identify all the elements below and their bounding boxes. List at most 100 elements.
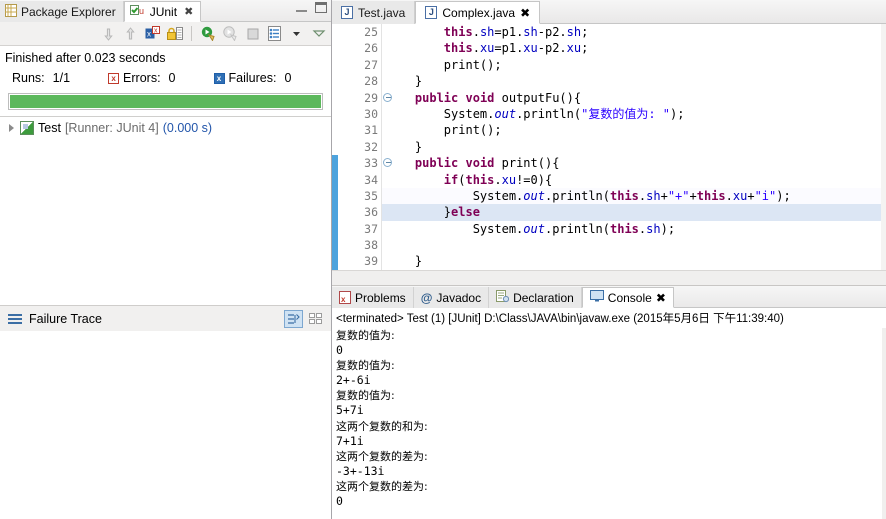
scrollbar-track[interactable] — [374, 271, 886, 285]
failure-trace-title: Failure Trace — [29, 311, 102, 326]
line-number: 38 — [364, 238, 378, 253]
tab-problems[interactable]: Problems — [332, 287, 414, 308]
test-runner: [Runner: JUnit 4] — [64, 121, 159, 135]
code-token: !=0){ — [516, 172, 553, 187]
errors-counter: x Errors: 0 — [108, 71, 176, 85]
close-icon[interactable]: ✖ — [184, 5, 193, 18]
code-token: sh — [566, 25, 582, 39]
eclipse-workbench: Package Explorer u JUnit ✖ x x Finished … — [0, 0, 886, 519]
console-output-line: 复数的值为: — [336, 359, 395, 373]
declaration-icon — [496, 289, 510, 306]
line-number: 32 — [364, 139, 378, 154]
test-results-tree[interactable]: Test [Runner: JUnit 4] (0.000 s) — [0, 117, 331, 305]
compare-result-icon[interactable] — [306, 310, 325, 328]
tab-package-explorer[interactable]: Package Explorer — [0, 1, 124, 22]
tab-declaration[interactable]: Declaration — [489, 287, 582, 308]
code-line[interactable]: this.xu=p1.xu-p2.xu; — [382, 40, 881, 56]
javadoc-icon: @ — [420, 290, 433, 305]
editor-horizontal-scrollbar[interactable] — [332, 270, 886, 285]
code-content[interactable]: this.sh=p1.sh-p2.sh; this.xu=p1.xu-p2.xu… — [382, 24, 881, 270]
tab-label: Javadoc — [436, 290, 482, 305]
show-failures-only-icon[interactable]: x x — [144, 25, 161, 42]
code-editor[interactable]: 25 26 27 28 29 30 31 32 33 34 35 36 37 38 39 this.sh=p… — [332, 24, 886, 270]
console-icon — [589, 290, 604, 305]
view-menu-icon[interactable] — [310, 25, 327, 42]
line-number: 27 — [364, 57, 378, 72]
code-token: } — [386, 254, 423, 269]
minimize-icon[interactable] — [296, 3, 307, 12]
show-stack-trace-filter-icon[interactable] — [284, 309, 303, 328]
code-token: void — [465, 90, 495, 105]
tab-complex-java[interactable]: J Complex.java ✖ — [415, 1, 541, 24]
code-line[interactable]: System.out.println(this.sh+"+"+this.xu+"… — [382, 187, 881, 205]
code-token: -p2. — [537, 41, 567, 56]
test-run-history-icon[interactable] — [266, 25, 283, 42]
code-line[interactable]: public void print(){ — [382, 155, 881, 171]
runs-counter: Runs: 1/1 — [12, 71, 70, 85]
next-failure-icon[interactable] — [100, 25, 117, 42]
code-token: System. — [386, 188, 524, 203]
junit-view: Package Explorer u JUnit ✖ x x Finished … — [0, 0, 332, 519]
code-token: print(); — [386, 57, 502, 72]
code-line[interactable]: print(); — [382, 57, 881, 73]
code-token: ; — [581, 41, 589, 56]
tab-junit[interactable]: u JUnit ✖ — [123, 1, 202, 22]
code-token: print(); — [386, 123, 502, 138]
list-item[interactable]: Test [Runner: JUnit 4] (0.000 s) — [0, 117, 331, 135]
code-line[interactable]: this.sh=p1.sh-p2.sh; — [382, 24, 881, 40]
tab-label: Package Explorer — [21, 4, 116, 19]
close-icon[interactable]: ✖ — [656, 291, 666, 305]
code-line[interactable]: } — [382, 139, 881, 155]
console-output[interactable]: 复数的值为: 0 复数的值为: 2+-6i 复数的值为: 5+7i 这两个复数的和为: 7+1… — [332, 328, 886, 519]
code-line[interactable]: if(this.xu!=0){ — [382, 172, 881, 188]
line-number: 30 — [364, 106, 378, 121]
code-token: ; — [581, 25, 589, 39]
tab-test-java[interactable]: J Test.java — [332, 1, 416, 24]
rerun-test-icon[interactable] — [200, 25, 217, 42]
tab-javadoc[interactable]: @ Javadoc — [413, 287, 490, 308]
errors-label: Errors: — [123, 71, 161, 85]
code-token: + — [660, 188, 668, 203]
code-line[interactable]: public void outputFu(){ — [382, 90, 881, 106]
svg-text:x: x — [147, 30, 151, 39]
svg-text:x: x — [154, 28, 158, 35]
view-menu-dropdown-icon[interactable] — [288, 25, 305, 42]
lock-scroll-icon[interactable] — [166, 25, 183, 42]
code-line[interactable]: } — [382, 253, 881, 269]
code-token: this — [443, 25, 473, 39]
code-line[interactable]: }else — [382, 204, 881, 221]
close-icon[interactable]: ✖ — [520, 6, 530, 20]
editor-and-console-area: J Test.java J Complex.java ✖ 25 26 27 28 29 3… — [332, 0, 886, 519]
code-token: out — [494, 106, 517, 121]
code-token: . — [472, 25, 480, 39]
code-line[interactable]: System.out.println("复数的值为: "); — [382, 106, 881, 122]
test-progress-fill — [10, 95, 321, 108]
code-token: else — [451, 205, 480, 220]
code-token: "i" — [754, 188, 777, 203]
editor-tabbar: J Test.java J Complex.java ✖ — [332, 0, 886, 24]
maximize-icon[interactable] — [315, 2, 327, 13]
code-line[interactable] — [382, 237, 881, 253]
code-token: sh — [479, 25, 495, 39]
code-line[interactable]: System.out.println(this.sh); — [382, 221, 881, 237]
failure-trace-header: Failure Trace — [0, 305, 331, 331]
tab-console[interactable]: Console ✖ — [581, 287, 674, 308]
previous-failure-icon[interactable] — [122, 25, 139, 42]
console-vertical-scrollbar[interactable] — [882, 328, 886, 519]
line-number: 39 — [364, 254, 378, 269]
code-token: void — [465, 156, 495, 171]
editor-vertical-scrollbar[interactable] — [881, 24, 886, 270]
chevron-right-icon[interactable] — [9, 124, 14, 132]
code-line[interactable]: print(); — [382, 122, 881, 138]
code-token: .println( — [516, 106, 582, 121]
line-number: 26 — [364, 41, 378, 56]
stop-icon[interactable] — [244, 25, 261, 42]
svg-text:u: u — [139, 6, 144, 16]
failure-trace-actions — [284, 309, 331, 328]
code-token: -p2. — [537, 25, 567, 39]
code-line[interactable]: } — [382, 73, 881, 89]
code-token: print(){ — [494, 156, 560, 171]
rerun-test-failures-icon[interactable] — [222, 25, 239, 42]
